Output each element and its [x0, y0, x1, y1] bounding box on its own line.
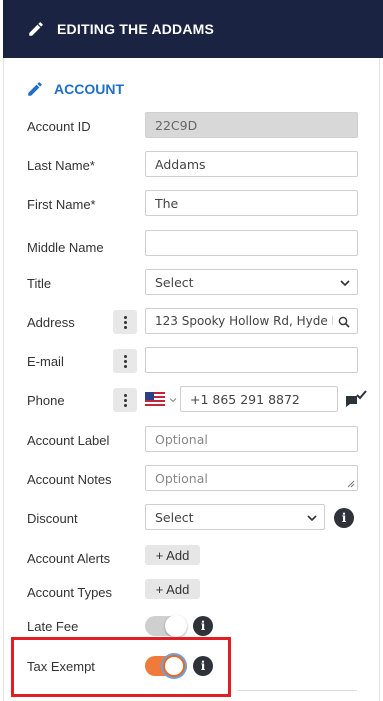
- account-notes-label: Account Notes: [27, 472, 112, 487]
- title-select-value: Select: [155, 274, 194, 290]
- account-id-label: Account ID: [27, 119, 91, 134]
- section-title: ACCOUNT: [26, 80, 124, 98]
- account-id-value: 22C9D: [155, 117, 198, 133]
- phone-options-button[interactable]: [113, 388, 137, 412]
- account-alerts-label: Account Alerts: [27, 551, 111, 566]
- address-input[interactable]: 123 Spooky Hollow Rd, Hyde Pa: [145, 308, 358, 334]
- title-label: Title: [27, 276, 52, 291]
- account-label-placeholder: Optional: [155, 431, 208, 447]
- last-name-input[interactable]: Addams: [145, 151, 358, 177]
- chevron-down-icon: [307, 515, 317, 522]
- page-title: EDITING THE ADDAMS: [57, 21, 215, 37]
- account-label-label: Account Label: [27, 433, 110, 448]
- account-types-label: Account Types: [27, 585, 113, 600]
- search-icon[interactable]: [338, 316, 350, 328]
- discount-select[interactable]: Select: [145, 504, 325, 530]
- first-name-label: First Name*: [27, 197, 96, 212]
- late-fee-label: Late Fee: [27, 619, 79, 634]
- account-notes-textarea[interactable]: Optional: [145, 465, 358, 491]
- phone-label: Phone: [27, 393, 65, 408]
- discount-info-icon[interactable]: i: [334, 508, 354, 528]
- resize-handle-icon[interactable]: [347, 480, 355, 488]
- title-select[interactable]: Select: [145, 269, 358, 295]
- tax-exempt-highlight-box: [11, 637, 231, 697]
- account-notes-placeholder: Optional: [155, 470, 208, 486]
- phone-value: +1 865 291 8872: [190, 391, 300, 407]
- discount-label: Discount: [27, 511, 78, 526]
- account-label-input[interactable]: Optional: [145, 426, 358, 452]
- sms-chat-icon[interactable]: [344, 389, 368, 411]
- country-dropdown-icon[interactable]: [169, 396, 177, 404]
- address-label: Address: [27, 315, 75, 330]
- middle-name-label: Middle Name: [27, 240, 104, 255]
- last-name-label: Last Name*: [27, 158, 95, 173]
- section-title-text: ACCOUNT: [54, 81, 124, 97]
- first-name-value: The: [155, 195, 179, 211]
- address-options-button[interactable]: [113, 310, 137, 334]
- toggle-knob: [165, 615, 187, 637]
- email-input[interactable]: [145, 347, 358, 373]
- add-account-type-button[interactable]: + Add: [145, 579, 200, 599]
- us-flag-icon[interactable]: [145, 392, 165, 406]
- late-fee-info-icon[interactable]: i: [193, 616, 213, 636]
- first-name-input[interactable]: The: [145, 190, 358, 216]
- chevron-down-icon: [340, 280, 350, 287]
- phone-input[interactable]: +1 865 291 8872: [180, 386, 338, 412]
- account-id-field: 22C9D: [145, 112, 358, 138]
- discount-select-value: Select: [155, 509, 194, 525]
- late-fee-toggle[interactable]: [145, 615, 187, 637]
- section-divider: [237, 690, 357, 691]
- add-account-alert-button[interactable]: + Add: [145, 545, 200, 565]
- pencil-icon: [29, 22, 43, 36]
- email-label: E-mail: [27, 354, 64, 369]
- address-value: 123 Spooky Hollow Rd, Hyde Pa: [155, 314, 333, 328]
- middle-name-input[interactable]: [145, 230, 358, 256]
- page-header: EDITING THE ADDAMS: [3, 0, 383, 58]
- pencil-icon: [28, 82, 42, 96]
- email-options-button[interactable]: [113, 349, 137, 373]
- last-name-value: Addams: [155, 156, 206, 172]
